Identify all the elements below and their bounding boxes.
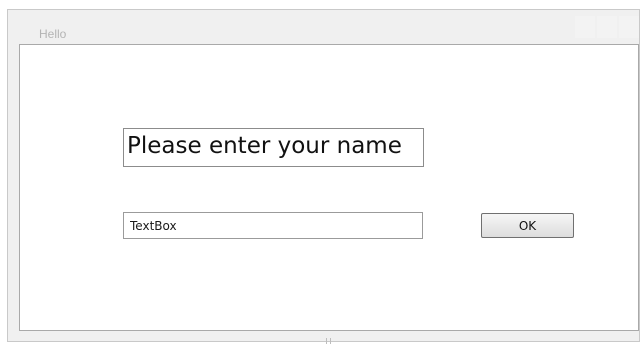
close-button[interactable] (619, 16, 639, 38)
resize-grip-mark (326, 338, 331, 344)
app-window: Hello Please enter your name OK (7, 9, 640, 342)
prompt-label: Please enter your name (123, 128, 424, 167)
ok-button[interactable]: OK (481, 213, 574, 238)
minimize-button[interactable] (575, 16, 595, 38)
title-bar[interactable]: Hello (8, 10, 639, 44)
maximize-button[interactable] (597, 16, 617, 38)
client-area: Please enter your name OK (19, 44, 639, 331)
name-input[interactable] (123, 212, 423, 239)
caption-buttons (573, 16, 639, 38)
window-title: Hello (39, 27, 67, 41)
